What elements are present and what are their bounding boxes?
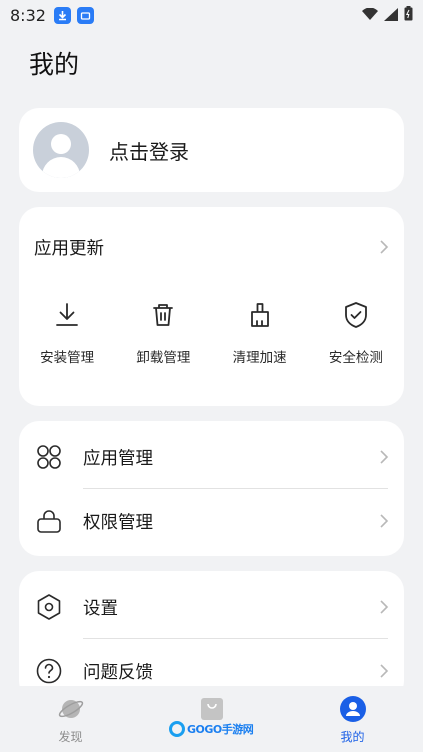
nav-label: 我的 <box>340 730 365 744</box>
app-update-label: 应用更新 <box>34 238 104 259</box>
tool-clean-boost[interactable]: 清理加速 <box>212 300 308 366</box>
lock-icon <box>37 510 61 533</box>
hexagon-settings-icon <box>37 594 61 620</box>
grid-icon <box>37 445 61 469</box>
battery-icon <box>404 5 413 25</box>
nav-tab-store[interactable] <box>141 686 282 752</box>
wifi-icon <box>362 6 378 25</box>
login-label[interactable]: 点击登录 <box>109 136 189 165</box>
shield-check-icon <box>344 302 367 328</box>
menu-item-label: 问题反馈 <box>83 662 153 683</box>
tool-uninstall-manager[interactable]: 卸载管理 <box>115 300 211 366</box>
default-avatar-icon[interactable] <box>33 122 89 178</box>
app-store-icon <box>76 6 94 24</box>
tool-grid: 安装管理 卸载管理 清理加速 安全检测 <box>19 300 404 366</box>
chevron-right-icon <box>380 240 389 254</box>
chevron-right-icon <box>380 450 389 464</box>
watermark-logo: GOGO手游网 <box>169 721 254 737</box>
menu-item-settings[interactable]: 设置 <box>19 575 404 639</box>
app-update-row[interactable]: 应用更新 <box>34 232 390 262</box>
login-card[interactable]: 点击登录 <box>19 108 404 192</box>
menu-item-label: 设置 <box>83 598 118 619</box>
signal-icon <box>384 6 398 25</box>
status-bar: 8:32 <box>0 0 423 30</box>
tool-install-manager[interactable]: 安装管理 <box>19 300 115 366</box>
tool-label: 安全检测 <box>328 350 383 366</box>
tool-label: 安装管理 <box>40 350 95 366</box>
chevron-right-icon <box>380 514 389 528</box>
menu-item-app-manager[interactable]: 应用管理 <box>19 425 404 489</box>
shopping-bag-icon <box>200 698 223 720</box>
watermark-text: GOGO手游网 <box>187 723 254 736</box>
menu-item-permission-manager[interactable]: 权限管理 <box>19 489 404 553</box>
chevron-right-icon <box>380 600 389 614</box>
settings-card: 设置 问题反馈 <box>19 571 404 701</box>
app-update-card: 应用更新 安装管理 卸载管理 清理加速 安全检测 <box>19 207 404 406</box>
tool-security-check[interactable]: 安全检测 <box>308 300 404 366</box>
management-card: 应用管理 权限管理 <box>19 421 404 556</box>
chevron-right-icon <box>380 664 389 678</box>
nav-tab-discover[interactable]: 发现 <box>0 686 141 752</box>
watermark-icon <box>169 721 185 737</box>
tool-label: 清理加速 <box>232 350 287 366</box>
status-time: 8:32 <box>10 5 46 25</box>
question-icon <box>36 658 62 684</box>
menu-item-label: 应用管理 <box>83 448 153 469</box>
nav-tab-mine[interactable]: 我的 <box>282 686 423 752</box>
planet-icon <box>58 700 83 718</box>
bottom-nav: 发现 我的 <box>0 686 423 752</box>
menu-item-label: 权限管理 <box>83 512 153 533</box>
trash-icon <box>153 304 174 326</box>
page-title: 我的 <box>29 50 80 79</box>
download-icon <box>53 6 71 24</box>
brush-icon <box>250 303 269 327</box>
download-tray-icon <box>56 303 79 326</box>
tool-label: 卸载管理 <box>136 350 191 366</box>
user-icon <box>339 696 366 722</box>
nav-label: 发现 <box>58 730 83 744</box>
